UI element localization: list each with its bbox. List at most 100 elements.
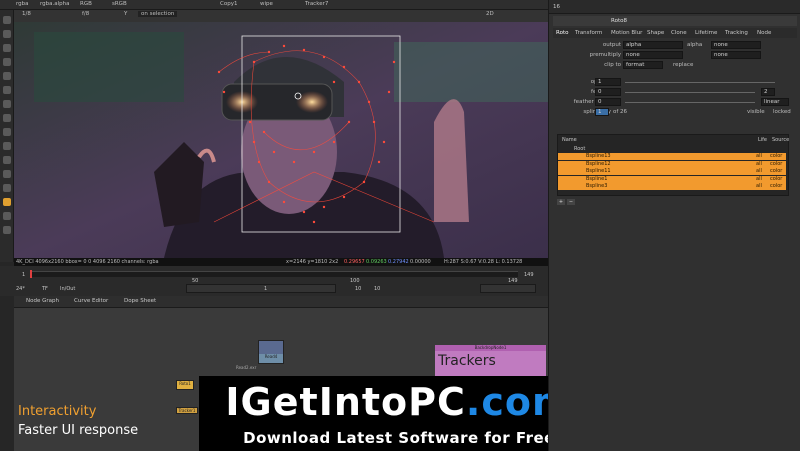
points-tool-icon[interactable]	[3, 30, 11, 38]
clip-dropdown[interactable]: format	[623, 61, 663, 69]
step-field[interactable]: 10	[355, 286, 361, 292]
tf-dropdown[interactable]: TF	[42, 286, 48, 292]
tab-curve-editor[interactable]: Curve Editor	[74, 298, 108, 304]
tab-tracking[interactable]: Tracking	[725, 30, 748, 36]
timeline-ruler[interactable]	[30, 271, 518, 277]
tree-root[interactable]: Root	[574, 146, 585, 152]
caption-subtitle: Faster UI response	[18, 423, 139, 438]
falloff-mode-dropdown[interactable]: linear	[761, 98, 789, 106]
wipe-dropdown[interactable]: wipe	[260, 1, 273, 7]
falloff-field[interactable]: 0	[595, 98, 621, 106]
rgb-dropdown[interactable]: RGB	[80, 1, 92, 7]
tab-lifetime[interactable]: Lifetime	[695, 30, 717, 36]
layer-row[interactable]: Bspline3 all color	[558, 183, 786, 191]
clone-tool-icon[interactable]	[3, 114, 11, 122]
layer-source: color	[770, 153, 783, 159]
burn-tool-icon[interactable]	[3, 156, 11, 164]
layer-life: all	[756, 183, 762, 190]
premultiply-label: premultiply	[589, 52, 621, 58]
eraser-tool-icon[interactable]	[3, 100, 11, 108]
smear-tool-icon[interactable]	[3, 212, 11, 220]
layer-source: color	[770, 183, 783, 190]
rectangle-tool-icon[interactable]	[3, 72, 11, 80]
tab-shape[interactable]: Shape	[647, 30, 664, 36]
on-selection-dropdown[interactable]: on selection	[138, 11, 178, 17]
tab-node-graph[interactable]: Node Graph	[26, 298, 59, 304]
tab-transform[interactable]: Transform	[575, 30, 602, 36]
layer-row[interactable]: Bspline13 all color	[558, 153, 786, 160]
pixel-a: 0.00000	[410, 259, 431, 265]
select-tool-icon[interactable]	[3, 16, 11, 24]
pixel-r: 0.29657	[344, 259, 365, 265]
current-frame[interactable]: 1	[264, 286, 267, 292]
premultiply-none-dropdown[interactable]: none	[711, 51, 761, 59]
feather-field[interactable]: 0	[595, 88, 621, 96]
opacity-slider[interactable]	[625, 82, 775, 83]
premultiply-dropdown[interactable]: none	[623, 51, 683, 59]
tab-node[interactable]: Node	[757, 30, 771, 36]
tracker-node[interactable]: Tracker1	[176, 407, 198, 414]
locked-label[interactable]: locked	[773, 109, 791, 115]
gain-value[interactable]: f/8	[82, 11, 89, 17]
read-node[interactable]: Read4	[258, 340, 284, 364]
dodge-tool-icon[interactable]	[3, 142, 11, 150]
color-picker-icon[interactable]	[3, 198, 11, 206]
zoom-field[interactable]: 24*	[16, 286, 25, 292]
tab-motion-blur[interactable]: Motion Blur	[611, 30, 642, 36]
gain-field[interactable]: 1/8	[22, 11, 31, 17]
viewer-canvas[interactable]	[14, 22, 548, 258]
properties-header: 16	[549, 0, 800, 14]
tab-clone[interactable]: Clone	[671, 30, 687, 36]
bezier-tool-icon[interactable]	[3, 44, 11, 52]
input-a-dropdown[interactable]: Copy1	[220, 1, 237, 7]
layer-life: all	[756, 153, 762, 159]
output-none-dropdown[interactable]: none	[711, 41, 761, 49]
roto-node[interactable]: Roto1	[176, 380, 194, 390]
tab-dope-sheet[interactable]: Dope Sheet	[124, 298, 156, 304]
clip-label: clip to	[604, 62, 621, 68]
pixel-g: 0.09263	[366, 259, 387, 265]
layer-source: color	[770, 168, 783, 175]
add-layer-button[interactable]: +	[557, 199, 565, 205]
view-mode-dropdown[interactable]: 2D	[486, 11, 494, 17]
visible-label[interactable]: visible	[747, 109, 765, 115]
brush-tool-icon[interactable]	[3, 86, 11, 94]
pixel-hsvl: H:287 S:0.67 V:0.28 L: 0.13728	[444, 259, 523, 265]
inout-dropdown[interactable]: In/Out	[60, 286, 75, 292]
timeline: 1 50 100 149 149 24* TF In/Out 1 10 10	[0, 266, 548, 296]
sharpen-tool-icon[interactable]	[3, 184, 11, 192]
blur-tool-icon[interactable]	[3, 170, 11, 178]
playhead[interactable]	[30, 270, 32, 278]
y-toggle[interactable]: Y	[124, 11, 127, 17]
splinekey-field[interactable]: 1	[595, 108, 609, 116]
channels-dropdown[interactable]: rgba	[16, 1, 29, 7]
colorspace-dropdown[interactable]: sRGB	[112, 1, 127, 7]
view-lock-icon[interactable]	[3, 226, 11, 234]
playback-controls[interactable]	[186, 284, 336, 293]
layer-name: Bspline13	[586, 153, 611, 159]
timeline-end: 149	[524, 272, 534, 278]
timeline-tick-100: 100	[350, 278, 360, 284]
tree-header-source: Source	[772, 137, 790, 143]
layer-row[interactable]: Bspline11 all color	[558, 168, 786, 176]
brand-tagline: Download Latest Software for Free	[243, 429, 555, 447]
input-b-dropdown[interactable]: Tracker7	[305, 1, 328, 7]
ellipse-tool-icon[interactable]	[3, 58, 11, 66]
playback-options[interactable]	[480, 284, 536, 293]
step-field-2[interactable]: 10	[374, 286, 380, 292]
node-name[interactable]: Roto8	[611, 18, 627, 24]
output-dropdown[interactable]: alpha	[623, 41, 683, 49]
falloff-row: feather falloff 0 linear	[549, 98, 800, 107]
feather-slider[interactable]	[625, 92, 755, 93]
layer-row[interactable]: Bspline12 all color	[558, 160, 786, 168]
remove-layer-button[interactable]: −	[567, 199, 575, 205]
layer-row[interactable]: Bspline1 all color	[558, 175, 786, 183]
reveal-tool-icon[interactable]	[3, 128, 11, 136]
alpha-channel-dropdown[interactable]: rgba.alpha	[40, 1, 70, 7]
splinekey-of: of 26	[613, 109, 628, 115]
read-thumbnail	[259, 341, 283, 354]
falloff-slider[interactable]	[625, 102, 755, 103]
opacity-field[interactable]: 1	[595, 78, 621, 86]
tab-roto[interactable]: Roto	[556, 30, 568, 36]
feather-right-field[interactable]: 2	[761, 88, 775, 96]
